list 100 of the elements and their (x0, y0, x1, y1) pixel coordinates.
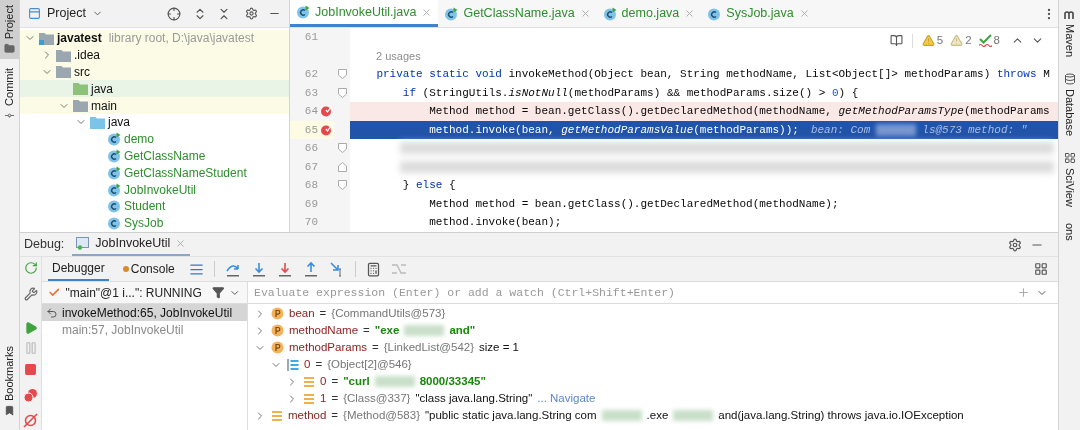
rerun-icon[interactable] (23, 261, 38, 275)
locate-icon[interactable] (167, 6, 181, 21)
close-icon[interactable] (798, 8, 810, 19)
tree-item[interactable]: main (20, 97, 289, 114)
tool-window-tab[interactable]: SciView (1061, 148, 1078, 212)
tool-window-tab[interactable]: Bookmarks (0, 339, 19, 422)
database-icon (1063, 73, 1076, 86)
collapse-all-icon[interactable] (217, 6, 231, 21)
navigate-link[interactable]: ... Navigate (537, 389, 596, 408)
fold-end-icon[interactable] (337, 161, 347, 172)
breakpoints-icon[interactable] (23, 388, 38, 403)
field-icon (303, 392, 315, 405)
equals-sign: = (331, 373, 339, 389)
stack-frame[interactable]: main:57, JobInvokeUtil (42, 321, 247, 338)
line-number: 61 (303, 30, 318, 45)
force-step-into-icon[interactable] (276, 261, 293, 277)
variable-name: bean (289, 305, 315, 321)
tree-item[interactable]: JobInvokeUtil (20, 181, 289, 198)
parameter-icon (271, 307, 284, 320)
value-text: "class java.lang.String" (415, 390, 533, 406)
field-icon (271, 409, 283, 422)
editor-tab[interactable]: SysJob.java (701, 0, 816, 27)
object-reference: {LinkedList@542} (383, 339, 475, 355)
trace-icon[interactable] (390, 262, 407, 276)
menu-icon[interactable] (188, 261, 204, 277)
editor-tab[interactable]: JobInvokeUtil.java (290, 0, 439, 27)
tree-item[interactable]: demo (20, 130, 289, 148)
wrench-icon[interactable] (23, 287, 38, 301)
stop-icon[interactable] (24, 363, 37, 376)
tree-item[interactable]: java (20, 114, 289, 131)
object-reference: {Class@337} (343, 390, 411, 406)
settings-icon[interactable] (1008, 237, 1022, 252)
tool-window-tab[interactable]: Project (0, 0, 19, 60)
editor-tab[interactable]: demo.java (596, 0, 702, 27)
tool-window-tab[interactable]: Commit (0, 63, 19, 127)
parameter-icon (271, 324, 284, 337)
step-out-icon[interactable] (302, 261, 319, 277)
code-text: method.invoke(bean, getMethodParamsValue(methodParams)); (428, 122, 799, 138)
close-icon[interactable] (579, 8, 591, 19)
fold-start-icon[interactable] (337, 87, 347, 98)
warning-icon (921, 34, 935, 48)
tool-window-tab[interactable]: Maven (1061, 6, 1078, 62)
debug-session-tab[interactable]: JobInvokeUtil (72, 233, 191, 256)
fold-start-icon[interactable] (337, 143, 347, 154)
value-text: and(java.lang.String) throws java.io.IOException (718, 407, 964, 423)
blurred-region (404, 325, 445, 336)
equals-sign: = (331, 390, 339, 406)
string-value: and" (449, 322, 476, 338)
value-text: "public static java.lang.String com (425, 407, 597, 423)
variable-name: 0 (304, 356, 311, 372)
runnable-class-icon (444, 6, 459, 21)
tree-item[interactable]: Student (20, 197, 289, 215)
check-icon (48, 286, 61, 299)
object-reference: {CommandUtils@573} (331, 305, 446, 321)
equals-sign: = (319, 305, 327, 321)
layout-icon[interactable] (1034, 262, 1048, 276)
tree-item[interactable]: java (20, 80, 289, 98)
pause-icon[interactable] (23, 341, 38, 355)
evaluate-icon[interactable] (365, 261, 381, 277)
step-into-icon[interactable] (250, 261, 267, 277)
reader-mode-icon[interactable] (889, 34, 903, 48)
string-value: 8000/33345" (419, 373, 486, 389)
watch-expression-field[interactable]: Evaluate expression (Enter) or add a watch (Ctrl+Shift+Enter) (254, 283, 1011, 302)
project-view-selector[interactable]: Project (47, 4, 103, 23)
tree-item[interactable]: GetClassNameStudent (20, 164, 289, 182)
tool-window-tab[interactable]: Database (1061, 69, 1078, 141)
fold-start-icon[interactable] (337, 69, 347, 80)
parameter-icon (271, 341, 284, 354)
line-number: 70 (303, 215, 318, 230)
add-watch-icon[interactable] (1017, 286, 1030, 299)
filter-icon[interactable] (211, 286, 225, 299)
console-status-icon (122, 266, 129, 272)
tree-item[interactable]: GetClassName (20, 147, 289, 165)
string-value: "curl (343, 373, 370, 389)
stack-frame[interactable]: invokeMethod:65, JobInvokeUtil (42, 304, 247, 321)
bookmark-icon (4, 405, 15, 416)
editor-tab[interactable]: GetClassName.java (438, 0, 597, 27)
close-icon[interactable] (421, 6, 433, 18)
object-reference: {Object[2]@546} (327, 356, 412, 372)
resume-icon[interactable] (23, 321, 38, 335)
close-icon[interactable] (175, 238, 187, 249)
mute-breakpoints-icon[interactable] (23, 413, 38, 428)
runnable-class-icon (107, 132, 121, 147)
breakpoint-icon[interactable] (320, 105, 332, 118)
debug-tab[interactable]: Console (118, 257, 179, 281)
tree-item[interactable]: SysJob (20, 214, 289, 232)
usages-hint[interactable]: 2 usages (376, 46, 421, 65)
close-icon[interactable] (684, 8, 696, 19)
blurred-region (374, 376, 415, 387)
breakpoint-icon[interactable] (320, 123, 332, 136)
equals-sign: = (331, 407, 339, 423)
array-icon (287, 358, 299, 371)
tool-window-tab[interactable]: ons (1061, 219, 1078, 245)
fold-start-icon[interactable] (337, 180, 347, 191)
line-number: 63 (303, 85, 318, 101)
tree-item[interactable]: javatest library root, D:\java\javatest (20, 30, 289, 47)
settings-icon[interactable] (245, 7, 258, 20)
blurred-region (673, 410, 714, 421)
blurred-region (876, 123, 917, 136)
class-icon (107, 199, 121, 214)
